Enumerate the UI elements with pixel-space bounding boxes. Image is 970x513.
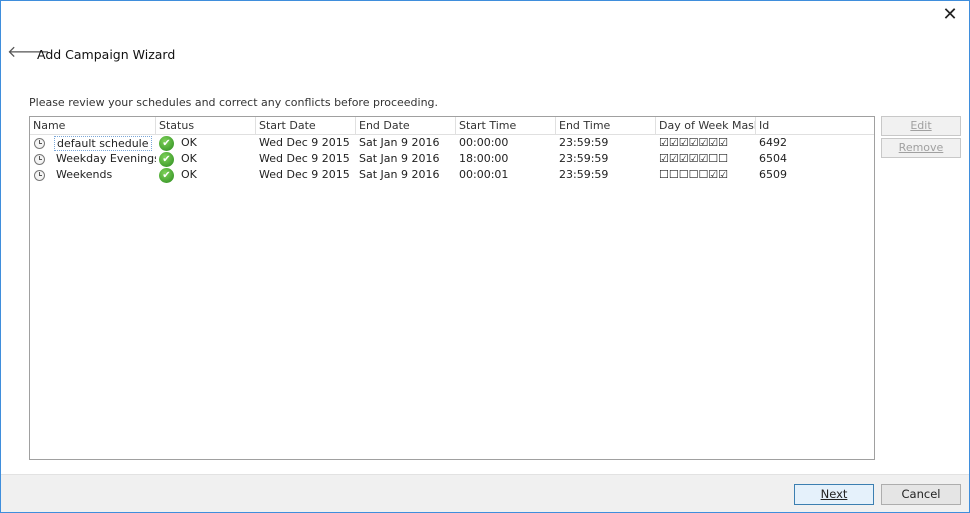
cell-status: ✔ OK: [156, 151, 256, 167]
cell-start-time: 00:00:00: [459, 136, 509, 149]
next-button[interactable]: Next: [794, 484, 874, 505]
remove-button-label: Remove: [898, 141, 944, 154]
column-header-start-time[interactable]: Start Time: [456, 117, 556, 134]
cell-status: ✔ OK: [156, 167, 256, 183]
wizard-window: ✕ 🡐 Add Campaign Wizard Please review yo…: [0, 0, 970, 513]
table-header: Name Status Start Date End Date Start Ti…: [30, 117, 874, 135]
next-button-label: Next: [820, 487, 848, 501]
cell-start-date: Wed Dec 9 2015: [259, 136, 350, 149]
cell-end-time: 23:59:59: [559, 152, 609, 165]
clock-icon: [34, 153, 45, 165]
table-row[interactable]: default schedule ✔ OK Wed Dec 9 2015 Sat…: [30, 135, 874, 151]
cell-day-of-week-mask: ☑☑☑☑☑☑☑: [659, 136, 729, 149]
cell-id: 6509: [759, 168, 787, 181]
cell-id: 6504: [759, 152, 787, 165]
page-title: Add Campaign Wizard: [37, 47, 176, 62]
cell-end-date: Sat Jan 9 2016: [359, 136, 440, 149]
cell-start-time: 00:00:01: [459, 168, 509, 181]
column-header-day-of-week-mask[interactable]: Day of Week Mask: [656, 117, 756, 134]
status-text: OK: [181, 152, 197, 165]
cell-start-time: 18:00:00: [459, 152, 509, 165]
close-icon[interactable]: ✕: [939, 5, 961, 27]
cell-status: ✔ OK: [156, 135, 256, 151]
cell-name: Weekday Evenings: [30, 151, 156, 167]
check-ok-icon: ✔: [159, 151, 174, 167]
schedule-name[interactable]: Weekday Evenings: [54, 151, 156, 167]
table-row[interactable]: Weekday Evenings ✔ OK Wed Dec 9 2015 Sat…: [30, 151, 874, 167]
cell-id: 6492: [759, 136, 787, 149]
schedules-table[interactable]: Name Status Start Date End Date Start Ti…: [29, 116, 875, 460]
status-text: OK: [181, 136, 197, 149]
table-row[interactable]: Weekends ✔ OK Wed Dec 9 2015 Sat Jan 9 2…: [30, 167, 874, 183]
cell-day-of-week-mask: ☑☑☑☑☑☐☐: [659, 152, 729, 165]
column-header-status[interactable]: Status: [156, 117, 256, 134]
back-arrow-icon[interactable]: 🡐: [7, 43, 50, 61]
cell-name: default schedule: [30, 135, 156, 151]
schedule-name[interactable]: Weekends: [54, 167, 114, 183]
cell-day-of-week-mask: ☐☐☐☐☐☑☑: [659, 168, 729, 181]
column-header-start-date[interactable]: Start Date: [256, 117, 356, 134]
cell-end-time: 23:59:59: [559, 168, 609, 181]
cell-name: Weekends: [30, 167, 156, 183]
column-header-end-time[interactable]: End Time: [556, 117, 656, 134]
column-header-name[interactable]: Name: [30, 117, 156, 134]
cell-start-date: Wed Dec 9 2015: [259, 152, 350, 165]
status-text: OK: [181, 168, 197, 181]
edit-button[interactable]: Edit: [881, 116, 961, 136]
check-ok-icon: ✔: [159, 135, 174, 151]
column-header-id[interactable]: Id: [756, 117, 874, 134]
cancel-button[interactable]: Cancel: [881, 484, 961, 505]
schedule-name[interactable]: default schedule: [54, 135, 152, 151]
footer-bar: Next Cancel: [1, 474, 969, 512]
instructions-text: Please review your schedules and correct…: [29, 96, 439, 109]
cell-end-time: 23:59:59: [559, 136, 609, 149]
cell-end-date: Sat Jan 9 2016: [359, 168, 440, 181]
remove-button[interactable]: Remove: [881, 138, 961, 158]
edit-button-label: Edit: [910, 119, 932, 132]
clock-icon: [34, 169, 45, 181]
cell-end-date: Sat Jan 9 2016: [359, 152, 440, 165]
column-header-end-date[interactable]: End Date: [356, 117, 456, 134]
check-ok-icon: ✔: [159, 167, 174, 183]
cell-start-date: Wed Dec 9 2015: [259, 168, 350, 181]
clock-icon: [34, 137, 45, 149]
